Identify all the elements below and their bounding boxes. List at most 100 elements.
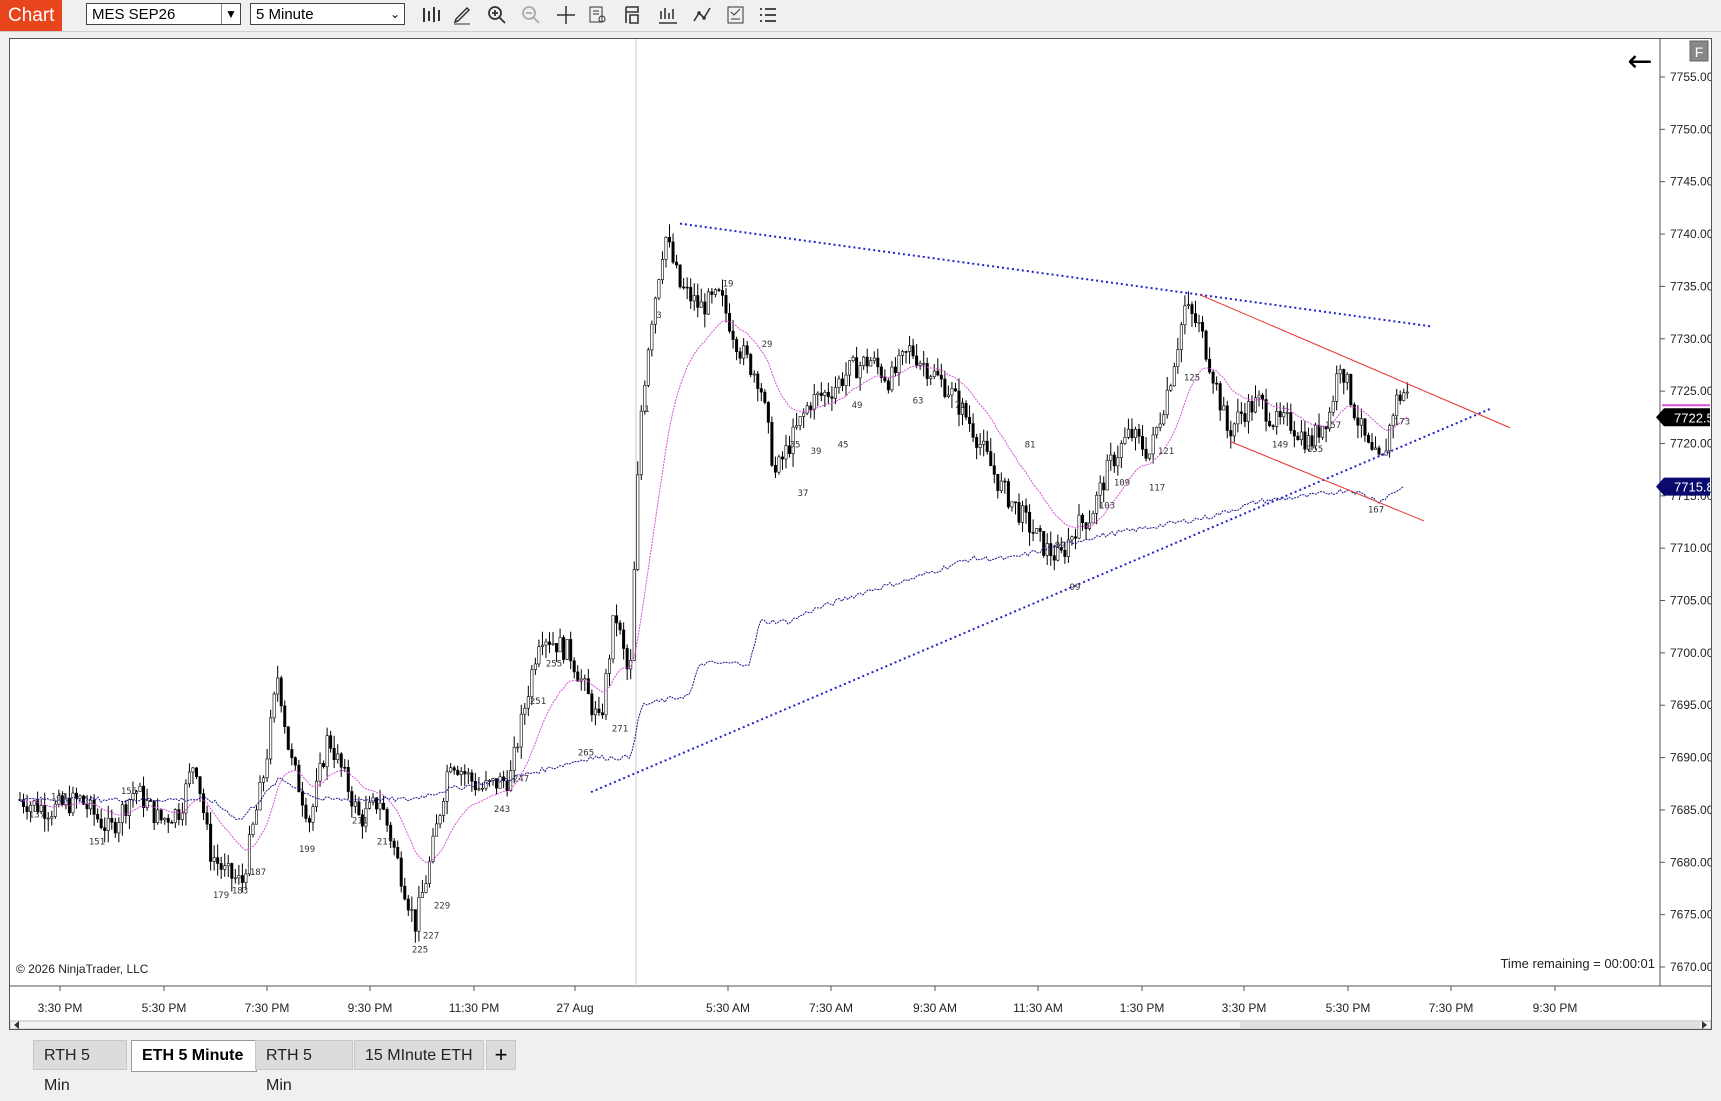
candle-body [893,366,897,373]
tab-bar: RTH 5 Min ETH 5 Minute RTH 5 Min 15 MInu… [0,1038,1721,1094]
candle-body [329,735,333,749]
candle-body [989,451,993,467]
upper-trendline[interactable] [679,222,1431,328]
candle-body [1402,392,1406,401]
tab-rth-5-min-2[interactable]: RTH 5 Min [255,1040,353,1094]
candle-body [226,863,230,867]
candle-body [466,772,470,775]
tab-eth-5-minute[interactable]: ETH 5 Minute [131,1040,257,1072]
candle-body [668,236,672,243]
candle-body [262,777,266,783]
chart-panel[interactable]: 7755.00 7750.00 7745.00 7740.00 7735.00 7730.… [9,38,1712,1030]
templates-icon[interactable] [723,3,749,27]
chevron-down-icon[interactable]: ▼ [221,4,240,24]
drawing-pencil-icon[interactable] [450,3,476,27]
candle-body [766,402,770,423]
candle-body [212,857,216,862]
bar-number-label: 29 [762,340,773,350]
tab-rth-5-min[interactable]: RTH 5 Min [33,1040,127,1094]
tab-15-minute-eth[interactable]: 15 MInute ETH [354,1040,484,1070]
interval-selector[interactable]: 5 Minute ⌄ [250,3,405,25]
candle-body [166,817,170,823]
bar-number-label: 225 [412,945,428,955]
candle-body [897,355,901,373]
bar-number-label: 109 [1114,478,1130,488]
price-tick-label: 7720.00 [1670,436,1711,450]
time-remaining-text: Time remaining = 00:00:01 [1500,956,1655,971]
chevron-down-icon[interactable]: ⌄ [386,4,404,24]
candle-body [1215,382,1219,385]
price-tick-label: 7705.00 [1670,594,1711,608]
candle-body [420,892,424,898]
candle-body [276,677,280,695]
candle-body [537,646,541,665]
candle-body [826,391,830,398]
candle-body [1204,330,1208,360]
lower-trendline[interactable] [590,407,1491,794]
candle-body [1271,425,1275,428]
instrument-selector[interactable]: MES SEP26 ▼ [86,3,241,25]
candle-body [106,817,110,831]
candle-body [180,812,184,820]
vwap-price-label: 7715.88 [1674,480,1711,495]
candle-body [890,366,894,391]
time-tick-label: 5:30 PM [1326,1001,1371,1015]
copyright-text: © 2026 NinjaTrader, LLC [16,962,149,976]
chart-title[interactable]: Chart [0,0,63,31]
bar-number-label: 151 [89,837,105,847]
candle-body [191,767,195,773]
candle-body [343,766,347,769]
bar-type-icon[interactable] [418,3,444,27]
candle-body [1197,321,1201,324]
data-box-icon[interactable] [585,3,611,27]
price-chart[interactable]: 7755.00 7750.00 7745.00 7740.00 7735.00 7730.… [10,39,1711,1029]
candle-body [96,814,100,820]
bar-number-label: 149 [1272,441,1288,451]
candle-body [195,767,199,777]
candle-body [632,569,636,661]
zoom-out-icon[interactable] [518,3,544,27]
zoom-in-icon[interactable] [484,3,510,27]
chart-style-icon[interactable] [620,3,646,27]
candle-body [1021,505,1025,523]
candle-body [1335,373,1339,402]
candle-body [159,809,163,821]
crosshair-icon[interactable] [553,3,579,27]
candle-body [809,405,813,410]
candle-body [724,295,728,314]
candle-body [216,857,220,864]
candle-body [558,637,562,653]
candle-body [293,757,297,766]
candle-body [1084,522,1088,529]
price-tick-label: 7725.00 [1670,384,1711,398]
time-tick-label: 9:30 PM [1533,1001,1578,1015]
properties-icon[interactable] [655,3,681,27]
candle-body [336,753,340,760]
candle-body [742,345,746,359]
candle-body [332,748,336,760]
f-box-label: F [1695,44,1704,60]
list-icon[interactable] [755,3,781,27]
candle-body [1073,536,1077,539]
candle-body [46,817,50,820]
time-tick-label: 9:30 PM [348,1001,393,1015]
candle-body [399,857,403,887]
candle-body [551,643,555,645]
candle-body [85,804,89,810]
scrollbar-thumb[interactable] [1240,1022,1700,1028]
channel-lower-line[interactable] [1229,440,1425,522]
candle-body [1183,305,1187,326]
bar-number-label: 39 [811,447,822,457]
bar-number-label: 187 [250,868,266,878]
candle-body [272,693,276,719]
indicators-icon[interactable] [690,3,716,27]
candle-body [872,357,876,362]
candle-body [1126,428,1130,438]
candle-body [572,660,576,673]
back-arrow-icon[interactable]: ← [1627,44,1652,79]
add-tab-button[interactable]: + [486,1040,516,1070]
candle-body [424,883,428,893]
time-tick-label: 7:30 AM [809,1001,853,1015]
candle-body [608,658,612,674]
time-tick-label: 27 Aug [556,1001,593,1015]
